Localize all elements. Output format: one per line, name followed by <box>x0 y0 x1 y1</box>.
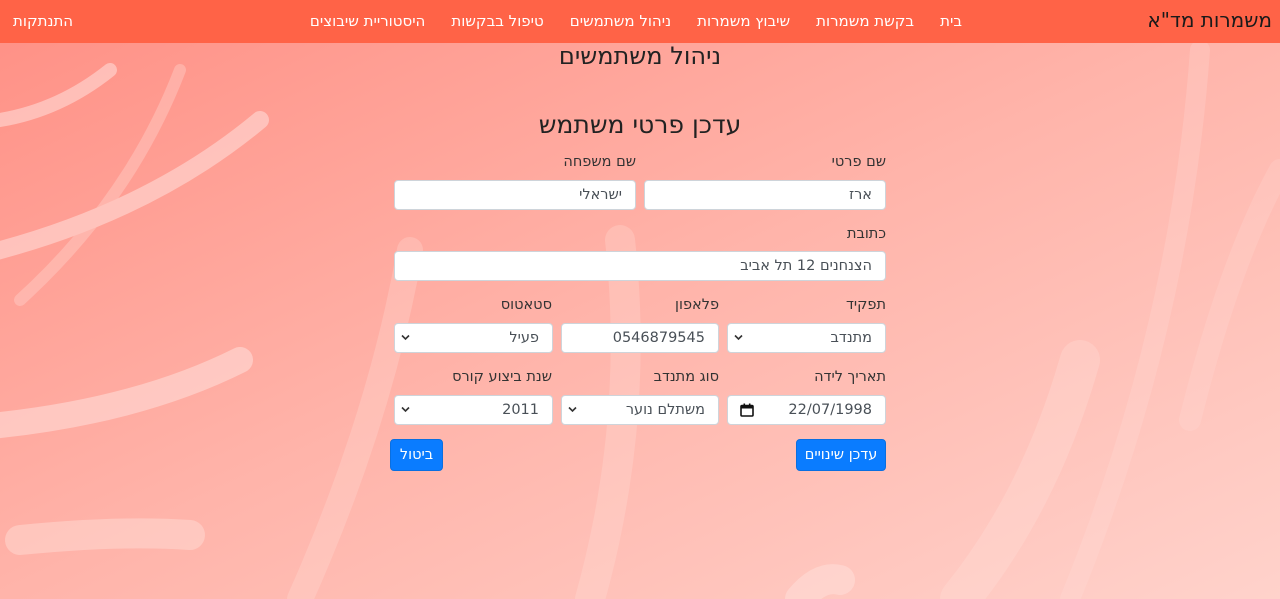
role-label: תפקיד <box>845 297 886 313</box>
address-label: כתובת <box>846 226 886 242</box>
address-field[interactable]: הצנחנים 12 תל אביב <box>394 251 886 281</box>
nav-link-user-management[interactable]: ניהול משתמשים <box>570 12 671 30</box>
first-name-value: ארז <box>849 187 872 203</box>
nav-link-assignment-history[interactable]: היסטוריית שיבוצים <box>310 12 425 30</box>
nav-link-assign-shifts[interactable]: שיבוץ משמרות <box>697 12 790 30</box>
chevron-down-icon <box>401 405 410 416</box>
course-year-label: שנת ביצוע קורס <box>452 369 552 385</box>
logout-link[interactable]: התנתקות <box>13 12 73 30</box>
main-content: ניהול משתמשים עדכן פרטי משתמש שם פרטי אר… <box>0 0 1280 599</box>
phone-value: 0546879545 <box>612 330 705 346</box>
first-name-label: שם פרטי <box>831 154 886 170</box>
birth-date-value: 22/07/1998 <box>788 402 872 418</box>
course-year-value: 2011 <box>502 402 539 418</box>
volunteer-type-select[interactable]: משתלם נוער <box>561 395 719 425</box>
calendar-icon[interactable] <box>740 403 754 421</box>
top-navbar: משמרות מד"א בית בקשת משמרות שיבוץ משמרות… <box>0 0 1280 43</box>
chevron-down-icon <box>568 405 577 416</box>
nav-link-home[interactable]: בית <box>940 12 962 30</box>
status-select[interactable]: פעיל <box>394 323 553 353</box>
role-select[interactable]: מתנדב <box>727 323 886 353</box>
brand-logo[interactable]: משמרות מד"א <box>1147 8 1272 32</box>
last-name-label: שם משפחה <box>563 154 636 170</box>
birth-date-field[interactable]: 22/07/1998 <box>727 395 886 425</box>
birth-date-label: תאריך לידה <box>814 369 886 385</box>
save-changes-button[interactable]: עדכן שינויים <box>796 439 886 471</box>
nav-links: בית בקשת משמרות שיבוץ משמרות ניהול משתמש… <box>310 12 962 30</box>
course-year-select[interactable]: 2011 <box>394 395 553 425</box>
last-name-value: ישראלי <box>579 187 622 203</box>
status-value: פעיל <box>509 330 539 346</box>
role-value: מתנדב <box>830 330 872 346</box>
volunteer-type-value: משתלם נוער <box>625 402 705 418</box>
chevron-down-icon <box>734 333 743 344</box>
nav-link-handle-requests[interactable]: טיפול בבקשות <box>451 12 543 30</box>
nav-link-request-shifts[interactable]: בקשת משמרות <box>816 12 914 30</box>
status-label: סטאטוס <box>500 297 552 313</box>
page-title: ניהול משתמשים <box>558 42 722 70</box>
volunteer-type-label: סוג מתנדב <box>653 369 719 385</box>
chevron-down-icon <box>401 333 410 344</box>
address-value: הצנחנים 12 תל אביב <box>740 258 872 274</box>
first-name-field[interactable]: ארז <box>644 180 886 210</box>
phone-label: פלאפון <box>675 297 719 313</box>
phone-field[interactable]: 0546879545 <box>561 323 719 353</box>
form-title: עדכן פרטי משתמש <box>538 110 742 139</box>
cancel-button[interactable]: ביטול <box>390 439 443 471</box>
last-name-field[interactable]: ישראלי <box>394 180 636 210</box>
